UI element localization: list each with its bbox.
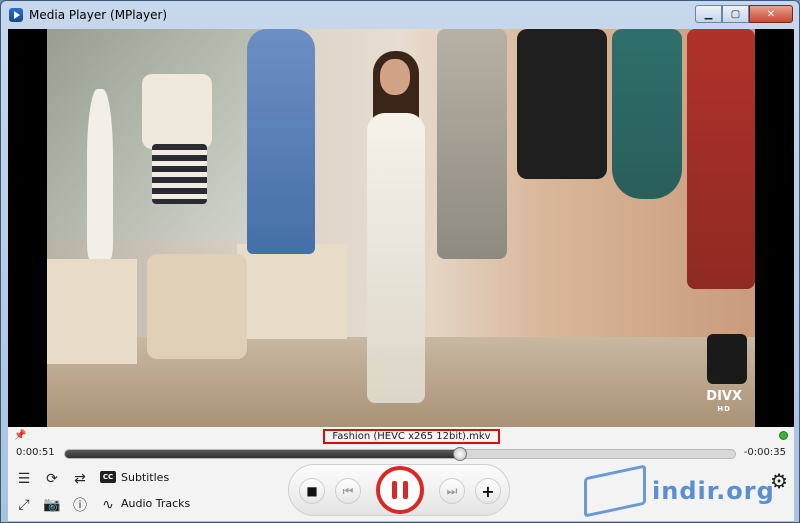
scene-black-coat (517, 29, 607, 179)
scene-display-box (237, 244, 347, 339)
remaining-time: -0:00:35 (743, 447, 786, 458)
close-button[interactable]: ✕ (749, 5, 793, 23)
pin-icon[interactable]: 📌 (14, 430, 26, 441)
player-window: Media Player (MPlayer) ▁ ▢ ✕ DIVX HD 📌 F… (0, 0, 800, 523)
subtitles-icon[interactable]: CC (100, 471, 116, 483)
scene-red-dresses (687, 29, 755, 289)
scene-teal-dress (612, 29, 682, 199)
scene-display-box (47, 259, 137, 364)
scene-model (345, 51, 445, 406)
seek-handle[interactable] (453, 447, 468, 461)
audio-wave-icon[interactable]: ∿ (98, 495, 118, 515)
filename-label: Fashion (HEVC x265 12bit).mkv (323, 429, 500, 444)
audio-tracks-button[interactable]: Audio Tracks (121, 497, 190, 510)
next-button[interactable]: ⏭ (439, 478, 465, 504)
status-indicator (779, 431, 788, 440)
watermark: indir.org (584, 464, 794, 518)
video-frame (47, 29, 755, 427)
shuffle-icon[interactable]: ⇄ (70, 469, 90, 489)
seek-fill (65, 450, 461, 458)
window-title: Media Player (MPlayer) (29, 8, 168, 22)
minimize-button[interactable]: ▁ (695, 5, 722, 23)
subtitles-button[interactable]: Subtitles (121, 471, 169, 484)
seek-bar[interactable] (64, 447, 736, 461)
camera-icon[interactable]: 📷 (42, 495, 62, 515)
scene-mannequin (87, 89, 113, 259)
scene-blue-dress (247, 29, 315, 254)
window-controls: ▁ ▢ ✕ (695, 5, 793, 23)
pause-button[interactable] (376, 466, 424, 514)
app-icon (9, 8, 23, 22)
elapsed-time: 0:00:51 (16, 447, 55, 458)
scene-gray-dresses (437, 29, 507, 259)
info-icon[interactable]: ⓘ (70, 495, 90, 515)
add-button[interactable]: + (475, 478, 501, 504)
scene-striped-skirt (152, 144, 207, 204)
fullscreen-icon[interactable]: ⤢ (14, 495, 34, 515)
transport-controls: ■ ⏮ ⏭ + (288, 464, 510, 516)
scene-boots (707, 334, 747, 384)
scene-pedestal (147, 254, 247, 359)
previous-button[interactable]: ⏮ (335, 478, 361, 504)
maximize-button[interactable]: ▢ (722, 5, 749, 23)
playlist-icon[interactable]: ☰ (14, 469, 34, 489)
scene-knit-top (142, 74, 212, 149)
watermark-logo-icon (584, 464, 646, 518)
stop-button[interactable]: ■ (299, 478, 325, 504)
video-area[interactable]: DIVX HD (8, 29, 794, 427)
repeat-icon[interactable]: ⟳ (42, 469, 62, 489)
watermark-text: indir.org (652, 477, 775, 505)
title-bar[interactable]: Media Player (MPlayer) ▁ ▢ ✕ (1, 1, 799, 29)
divx-logo: DIVX HD (706, 389, 742, 413)
pause-icon (392, 481, 397, 499)
